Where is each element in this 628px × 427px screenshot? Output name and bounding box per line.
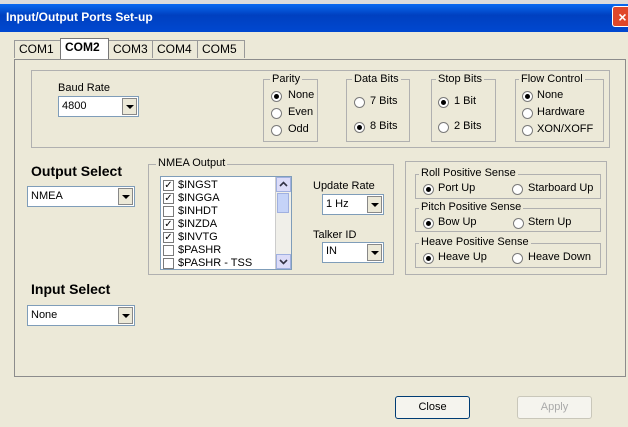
parity-label: Parity bbox=[270, 73, 303, 85]
flow-control-label: Flow Control bbox=[519, 73, 585, 85]
stop-bits-1-label: 1 Bit bbox=[454, 95, 477, 107]
tab-com5[interactable]: COM5 bbox=[197, 40, 245, 58]
chevron-up-icon bbox=[279, 181, 288, 187]
pitch-stern-up-label: Stern Up bbox=[528, 216, 572, 228]
nmea-inzda-checkbox[interactable]: ✓ bbox=[163, 219, 174, 230]
chevron-down-icon[interactable] bbox=[118, 307, 133, 324]
nmea-ingga-checkbox[interactable]: ✓ bbox=[163, 193, 174, 204]
nmea-item-label: $INGGA bbox=[178, 192, 220, 204]
flow-none-label: None bbox=[537, 89, 564, 101]
scroll-thumb[interactable] bbox=[277, 193, 289, 213]
stop-bits-2-label: 2 Bits bbox=[454, 120, 482, 132]
baud-rate-select[interactable]: 4800 bbox=[58, 96, 139, 117]
flow-hardware-label: Hardware bbox=[537, 106, 585, 118]
nmea-list-scrollbar[interactable] bbox=[275, 177, 291, 269]
nmea-output-label: NMEA Output bbox=[156, 157, 228, 169]
data-bits-7-radio[interactable] bbox=[354, 97, 365, 108]
flow-hardware-radio[interactable] bbox=[522, 108, 533, 119]
nmea-item-label: $PASHR bbox=[178, 244, 222, 256]
parity-none-radio[interactable] bbox=[271, 91, 282, 102]
heave-sense-label: Heave Positive Sense bbox=[419, 236, 531, 248]
close-button[interactable]: Close bbox=[395, 396, 470, 419]
pitch-bow-up-label: Bow Up bbox=[438, 216, 477, 228]
scroll-up-button[interactable] bbox=[276, 177, 291, 192]
talker-id-select[interactable]: IN bbox=[322, 242, 384, 263]
data-bits-7-label: 7 Bits bbox=[370, 95, 398, 107]
nmea-item-label: $INHDT bbox=[178, 205, 218, 217]
nmea-invtg-checkbox[interactable]: ✓ bbox=[163, 232, 174, 243]
heave-down-label: Heave Down bbox=[528, 251, 591, 263]
roll-port-up-label: Port Up bbox=[438, 182, 476, 194]
list-item[interactable]: $PASHR bbox=[163, 244, 275, 257]
tab-com1[interactable]: COM1 bbox=[14, 40, 61, 58]
update-rate-value: 1 Hz bbox=[326, 198, 349, 210]
nmea-item-label: $INZDA bbox=[178, 218, 218, 230]
stop-bits-2-radio[interactable] bbox=[438, 122, 449, 133]
update-rate-label: Update Rate bbox=[313, 180, 375, 192]
chevron-down-icon[interactable] bbox=[367, 196, 382, 213]
chevron-down-icon[interactable] bbox=[367, 244, 382, 261]
data-bits-group bbox=[346, 79, 410, 142]
nmea-sentence-list[interactable]: ✓ $INGST ✓ $INGGA $INHDT ✓ $INZDA ✓ $INV… bbox=[160, 176, 292, 270]
scroll-down-button[interactable] bbox=[276, 254, 291, 269]
heave-up-radio[interactable] bbox=[423, 253, 434, 264]
list-item[interactable]: $INHDT bbox=[163, 205, 275, 218]
nmea-list-items: ✓ $INGST ✓ $INGGA $INHDT ✓ $INZDA ✓ $INV… bbox=[163, 179, 275, 269]
output-select-label: Output Select bbox=[31, 163, 123, 179]
baud-rate-value: 4800 bbox=[62, 100, 87, 112]
output-select-dropdown[interactable]: NMEA bbox=[27, 186, 135, 207]
chevron-down-icon[interactable] bbox=[122, 98, 137, 115]
roll-starboard-up-radio[interactable] bbox=[512, 184, 523, 195]
nmea-inhdt-checkbox[interactable] bbox=[163, 206, 174, 217]
chevron-down-icon[interactable] bbox=[118, 188, 133, 205]
input-select-label: Input Select bbox=[31, 281, 111, 297]
stop-bits-1-radio[interactable] bbox=[438, 97, 449, 108]
list-item[interactable]: ✓ $INGST bbox=[163, 179, 275, 192]
parity-even-radio[interactable] bbox=[271, 108, 282, 119]
parity-even-label: Even bbox=[288, 106, 314, 118]
nmea-pashr-tss-checkbox[interactable] bbox=[163, 258, 174, 269]
data-bits-label: Data Bits bbox=[352, 73, 401, 85]
baud-rate-label: Baud Rate bbox=[58, 82, 110, 94]
roll-port-up-radio[interactable] bbox=[423, 184, 434, 195]
heave-down-radio[interactable] bbox=[512, 253, 523, 264]
tab-com4[interactable]: COM4 bbox=[152, 40, 198, 58]
parity-odd-radio[interactable] bbox=[271, 125, 282, 136]
list-item[interactable]: ✓ $INVTG bbox=[163, 231, 275, 244]
talker-id-label: Talker ID bbox=[313, 229, 357, 241]
input-select-value: None bbox=[31, 309, 58, 321]
pitch-sense-label: Pitch Positive Sense bbox=[419, 201, 524, 213]
tab-com2[interactable]: COM2 bbox=[60, 38, 109, 59]
apply-button[interactable]: Apply bbox=[517, 396, 592, 419]
stop-bits-label: Stop Bits bbox=[436, 73, 485, 85]
nmea-item-label: $PASHR - TSS bbox=[178, 257, 253, 269]
nmea-item-label: $INGST bbox=[178, 179, 218, 191]
list-item[interactable]: $PASHR - TSS bbox=[163, 257, 275, 269]
nmea-pashr-checkbox[interactable] bbox=[163, 245, 174, 256]
parity-none-label: None bbox=[288, 89, 315, 101]
data-bits-8-label: 8 Bits bbox=[370, 120, 398, 132]
flow-xonxoff-radio[interactable] bbox=[522, 125, 533, 136]
window-title: Input/Output Ports Set-up bbox=[6, 10, 153, 24]
pitch-stern-up-radio[interactable] bbox=[513, 218, 524, 229]
roll-sense-label: Roll Positive Sense bbox=[419, 167, 518, 179]
tab-com3[interactable]: COM3 bbox=[108, 40, 153, 58]
heave-up-label: Heave Up bbox=[438, 251, 487, 263]
roll-starboard-up-label: Starboard Up bbox=[528, 182, 594, 194]
flow-none-radio[interactable] bbox=[522, 91, 533, 102]
close-window-button[interactable]: × bbox=[612, 6, 628, 27]
flow-xonxoff-label: XON/XOFF bbox=[537, 123, 594, 135]
nmea-item-label: $INVTG bbox=[178, 231, 218, 243]
input-select-dropdown[interactable]: None bbox=[27, 305, 135, 326]
nmea-ingst-checkbox[interactable]: ✓ bbox=[163, 180, 174, 191]
list-item[interactable]: ✓ $INZDA bbox=[163, 218, 275, 231]
talker-id-value: IN bbox=[326, 245, 337, 257]
list-item[interactable]: ✓ $INGGA bbox=[163, 192, 275, 205]
output-select-value: NMEA bbox=[31, 190, 63, 202]
chevron-down-icon bbox=[279, 259, 288, 265]
update-rate-select[interactable]: 1 Hz bbox=[322, 194, 384, 215]
pitch-bow-up-radio[interactable] bbox=[423, 218, 434, 229]
parity-odd-label: Odd bbox=[288, 123, 309, 135]
data-bits-8-radio[interactable] bbox=[354, 122, 365, 133]
